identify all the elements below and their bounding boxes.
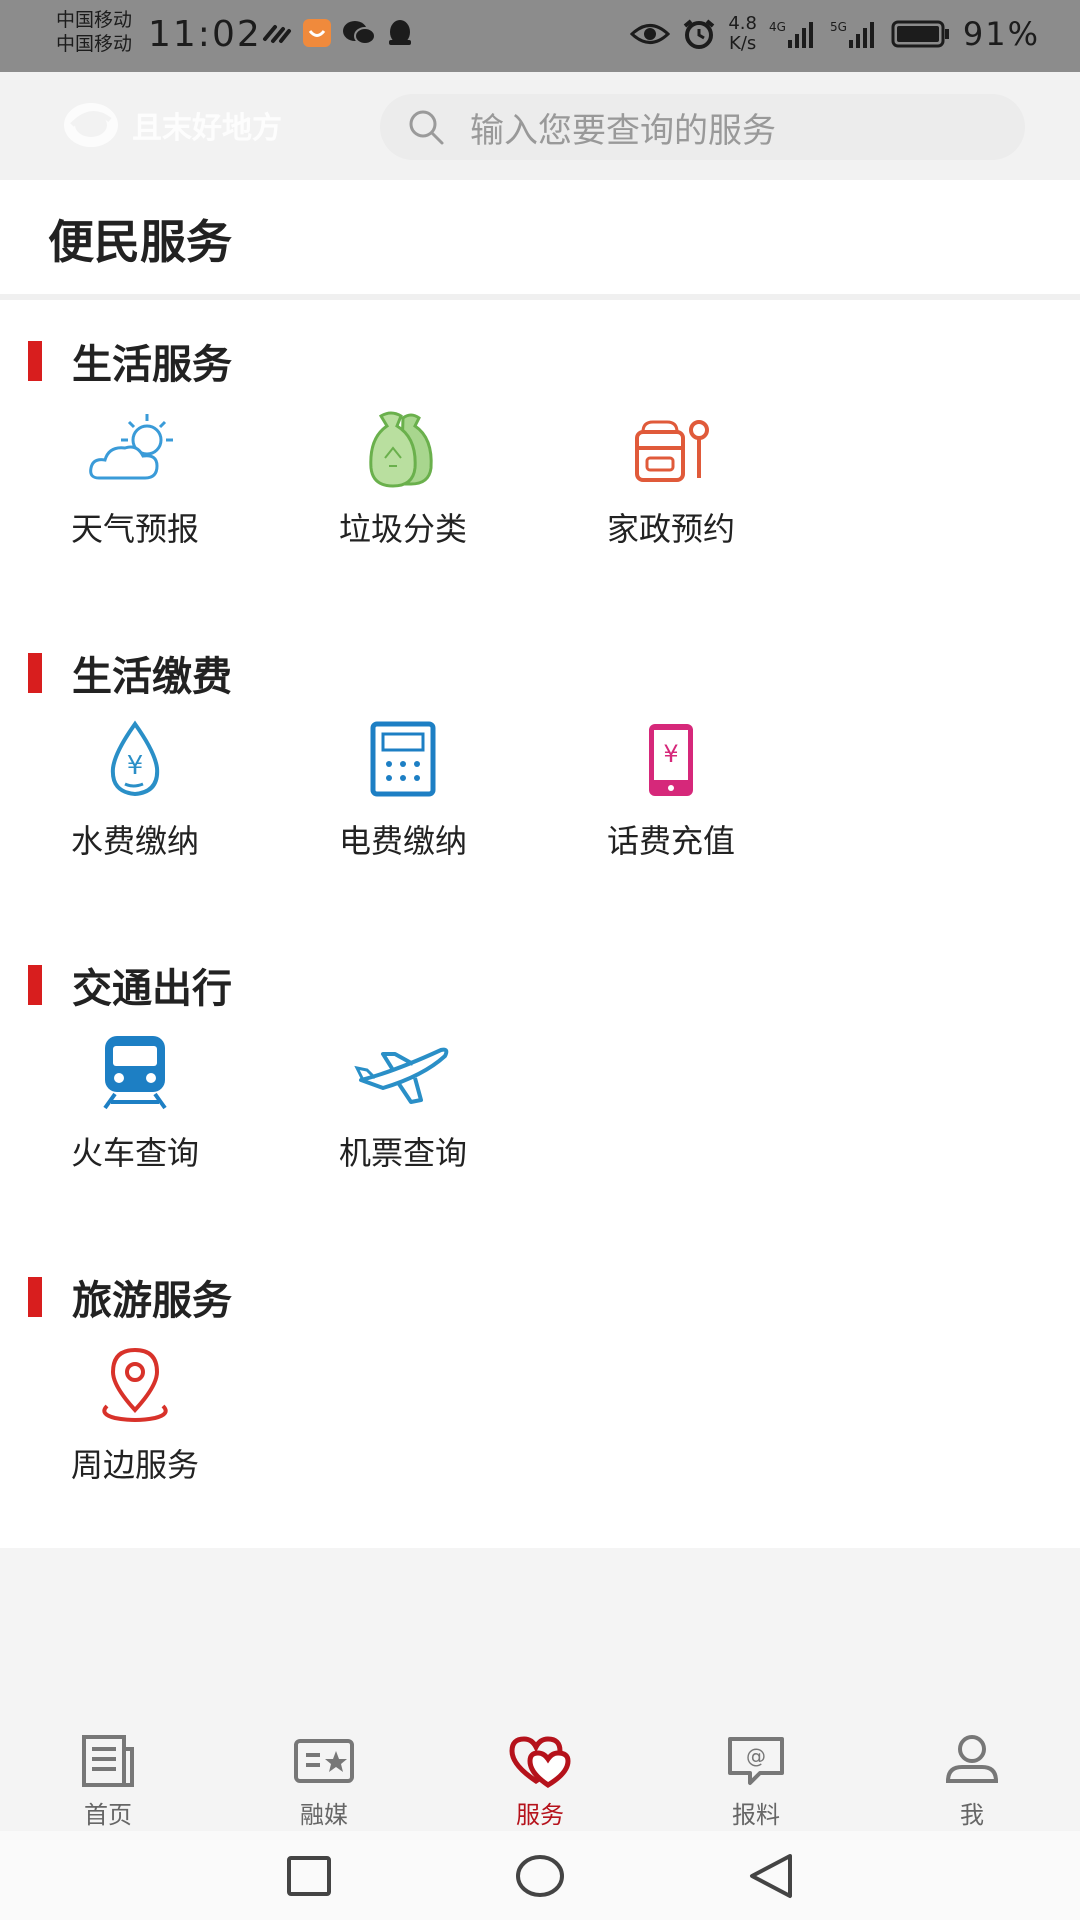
airplane-icon	[354, 1047, 449, 1104]
service-label: 天气预报	[70, 510, 199, 548]
section-tourism: 旅游服务 周边服务	[0, 1236, 1080, 1548]
service-label: 垃圾分类	[338, 510, 467, 548]
carrier-1: 中国移动	[56, 9, 133, 31]
section-transport: 交通出行 火车查询 机票查询	[0, 924, 1080, 1236]
section-title: 旅游服务	[72, 1278, 232, 1324]
location-pin-icon	[102, 1347, 168, 1422]
section-title: 交通出行	[72, 966, 232, 1012]
service-electricity-fee[interactable]: 电费缴纳	[278, 720, 528, 880]
system-icons: 4.8 K/s 4G 5G 91%	[630, 14, 1040, 54]
tab-report[interactable]: @ 报料	[648, 1705, 864, 1831]
app-notification-icon	[303, 19, 331, 47]
tab-label: 报料	[732, 1801, 780, 1829]
section-marker	[28, 1277, 42, 1317]
home-circle-icon[interactable]	[512, 1851, 568, 1901]
tab-label: 首页	[84, 1801, 132, 1829]
battery-icon	[891, 20, 949, 48]
carrier-labels: 中国移动 中国移动	[56, 8, 132, 56]
logo-icon	[64, 103, 118, 147]
section-bill-payment: 生活缴费 ¥ 水费缴纳 电费缴纳 ¥ 话费充值	[0, 612, 1080, 924]
report-icon: @	[728, 1737, 784, 1785]
network-speed: 4.8 K/s	[728, 13, 757, 54]
search-icon	[409, 110, 444, 145]
service-housekeeping[interactable]: 家政预约	[546, 408, 796, 568]
svg-text:¥: ¥	[127, 751, 144, 781]
qq-icon	[389, 20, 411, 45]
section-title: 生活服务	[72, 342, 232, 388]
section-marker	[28, 965, 42, 1005]
service-label: 电费缴纳	[338, 822, 467, 860]
user-icon	[945, 1735, 999, 1783]
train-icon	[103, 1036, 167, 1110]
signal-bars-icon	[787, 22, 813, 48]
service-label: 家政预约	[606, 510, 735, 548]
recent-apps-icon[interactable]	[284, 1853, 334, 1899]
status-bar: 中国移动 中国移动 11:02 4.8 K/s 4G 5G 91%	[0, 0, 1080, 72]
section-header: 生活服务	[28, 332, 232, 390]
news-icon	[82, 1735, 134, 1787]
service-nearby[interactable]: 周边服务	[10, 1344, 260, 1504]
bottom-tab-bar: 首页 融媒 服务 @ 报料 我	[0, 1705, 1080, 1831]
link-icon	[263, 25, 291, 43]
hearts-icon	[509, 1736, 571, 1788]
service-label: 水费缴纳	[70, 822, 199, 860]
search-bar[interactable]: 输入您要查询的服务	[380, 94, 1025, 160]
tab-services[interactable]: 服务	[432, 1705, 648, 1831]
section-marker	[28, 341, 42, 381]
back-triangle-icon[interactable]	[746, 1851, 796, 1901]
service-label: 周边服务	[70, 1446, 199, 1484]
svg-text:@: @	[746, 1744, 766, 1768]
service-water-fee[interactable]: ¥ 水费缴纳	[10, 720, 260, 880]
clock: 11:02	[148, 14, 262, 55]
page-header: 便民服务	[0, 180, 1080, 294]
section-title: 生活缴费	[72, 654, 232, 700]
signal-bars-icon	[848, 22, 874, 48]
electricity-fee-icon	[370, 721, 436, 797]
service-label: 机票查询	[338, 1134, 467, 1172]
page-title: 便民服务	[48, 215, 232, 269]
top-bar: 且末好地方 输入您要查询的服务	[0, 72, 1080, 180]
tab-media[interactable]: 融媒	[216, 1705, 432, 1831]
service-phone-recharge[interactable]: ¥ 话费充值	[546, 720, 796, 880]
tab-home[interactable]: 首页	[0, 1705, 216, 1831]
water-fee-icon: ¥	[110, 720, 160, 797]
services-content: 生活服务 天气预报 垃圾分类 家政预约 生活缴费 ¥ 水费缴纳 电费缴纳 ¥ 话…	[0, 300, 1080, 1548]
system-nav-bar	[0, 1831, 1080, 1920]
section-life-services: 生活服务 天气预报 垃圾分类 家政预约	[0, 300, 1080, 612]
service-airplane[interactable]: 机票查询	[278, 1032, 528, 1192]
garbage-icon	[369, 411, 433, 488]
service-label: 火车查询	[70, 1134, 199, 1172]
signal-2: 5G	[830, 20, 879, 48]
brand-logo: 且末好地方	[62, 100, 282, 150]
section-header: 生活缴费	[28, 644, 232, 702]
notification-icons	[262, 18, 414, 48]
tab-label: 服务	[516, 1801, 564, 1829]
service-train[interactable]: 火车查询	[10, 1032, 260, 1192]
service-weather[interactable]: 天气预报	[10, 408, 260, 568]
service-label: 话费充值	[606, 822, 735, 860]
weather-icon	[89, 414, 173, 480]
tab-me[interactable]: 我	[864, 1705, 1080, 1831]
carrier-2: 中国移动	[56, 33, 133, 55]
service-garbage[interactable]: 垃圾分类	[278, 408, 528, 568]
brand-name: 且末好地方	[132, 111, 282, 146]
eye-icon	[630, 24, 671, 44]
tab-label: 我	[960, 1801, 984, 1829]
section-header: 交通出行	[28, 956, 232, 1014]
wechat-icon	[343, 21, 376, 45]
alarm-icon	[684, 19, 715, 49]
section-header: 旅游服务	[28, 1268, 232, 1326]
battery-percent: 91%	[962, 15, 1040, 53]
phone-recharge-icon: ¥	[649, 724, 693, 796]
housekeeping-icon	[635, 420, 709, 482]
media-icon	[294, 1739, 354, 1783]
signal-1: 4G	[769, 20, 818, 48]
search-input[interactable]: 输入您要查询的服务	[470, 103, 776, 152]
svg-text:¥: ¥	[663, 740, 678, 768]
section-marker	[28, 653, 42, 693]
tab-label: 融媒	[300, 1801, 348, 1829]
